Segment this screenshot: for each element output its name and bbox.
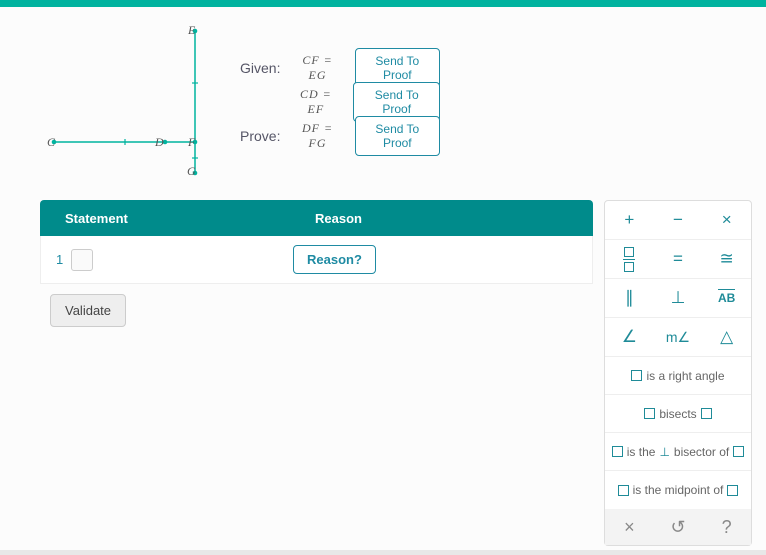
placeholder-icon <box>644 408 655 419</box>
times-button[interactable]: × <box>702 201 751 239</box>
reason-button[interactable]: Reason? <box>293 245 376 274</box>
measure-angle-button[interactable]: m∠ <box>654 318 703 356</box>
point-label-e: E <box>188 23 195 38</box>
validate-button[interactable]: Validate <box>50 294 126 327</box>
top-accent-bar <box>0 0 766 7</box>
congruent-button[interactable]: ≅ <box>702 240 751 278</box>
placeholder-icon <box>733 446 744 457</box>
header-statement: Statement <box>40 211 290 226</box>
prove-row: Prove: DF = FG Send To Proof <box>240 119 440 153</box>
equals-button[interactable]: = <box>654 240 703 278</box>
symbol-palette: + − × = ≅ ∥ ⊥ AB ∠ m∠ △ is a right angle… <box>604 200 752 546</box>
segment-button[interactable]: AB <box>702 279 751 317</box>
send-to-proof-button-3[interactable]: Send To Proof <box>355 116 440 156</box>
expression-1: CF = EG <box>292 53 342 83</box>
placeholder-icon <box>701 408 712 419</box>
proof-header: Statement Reason <box>40 200 593 236</box>
bottom-border <box>0 550 766 555</box>
prove-label: Prove: <box>240 128 280 144</box>
problem-area: E C D F G Given: CF = EG Send To Proof C… <box>40 18 440 188</box>
point-label-f: F <box>188 135 195 150</box>
point-label-g: G <box>187 164 196 179</box>
expression-3: DF = FG <box>292 121 342 151</box>
row-number: 1 <box>41 252 71 267</box>
given-prove-block: Given: CF = EG Send To Proof CD = EF Sen… <box>240 51 440 153</box>
bisects-button[interactable]: bisects <box>605 395 751 433</box>
palette-undo-button[interactable]: ↺ <box>654 509 703 545</box>
perpendicular-button[interactable]: ⊥ <box>654 279 703 317</box>
palette-close-button[interactable]: × <box>605 509 654 545</box>
statement-input[interactable] <box>71 249 93 271</box>
palette-help-button[interactable]: ? <box>702 509 751 545</box>
given-row-2: CD = EF Send To Proof <box>240 85 440 119</box>
bisects-label: bisects <box>659 407 696 421</box>
is-right-angle-button[interactable]: is a right angle <box>605 357 751 395</box>
placeholder-icon <box>612 446 623 457</box>
expression-2: CD = EF <box>290 87 341 117</box>
point-label-c: C <box>47 135 55 150</box>
proof-row-1: 1 Reason? <box>40 236 593 284</box>
fraction-button[interactable] <box>605 240 654 278</box>
palette-footer: × ↺ ? <box>605 509 751 545</box>
geometry-diagram <box>40 18 210 183</box>
perp-bisector-label-a: is the <box>627 445 656 459</box>
point-label-d: D <box>155 135 164 150</box>
minus-button[interactable]: − <box>654 201 703 239</box>
given-label: Given: <box>240 60 280 76</box>
perp-bisector-button[interactable]: is the ⊥ bisector of <box>605 433 751 471</box>
proof-table: Statement Reason 1 Reason? Validate <box>40 200 593 327</box>
midpoint-button[interactable]: is the midpoint of <box>605 471 751 509</box>
given-row-1: Given: CF = EG Send To Proof <box>240 51 440 85</box>
triangle-button[interactable]: △ <box>702 318 751 356</box>
angle-button[interactable]: ∠ <box>605 318 654 356</box>
plus-button[interactable]: + <box>605 201 654 239</box>
placeholder-icon <box>618 485 629 496</box>
perp-bisector-label-b: bisector of <box>674 445 729 459</box>
perpendicular-icon: ⊥ <box>659 445 669 459</box>
placeholder-icon <box>727 485 738 496</box>
header-reason: Reason <box>290 211 593 226</box>
is-right-angle-label: is a right angle <box>646 369 724 383</box>
placeholder-icon <box>631 370 642 381</box>
midpoint-label: is the midpoint of <box>633 483 724 497</box>
parallel-button[interactable]: ∥ <box>605 279 654 317</box>
